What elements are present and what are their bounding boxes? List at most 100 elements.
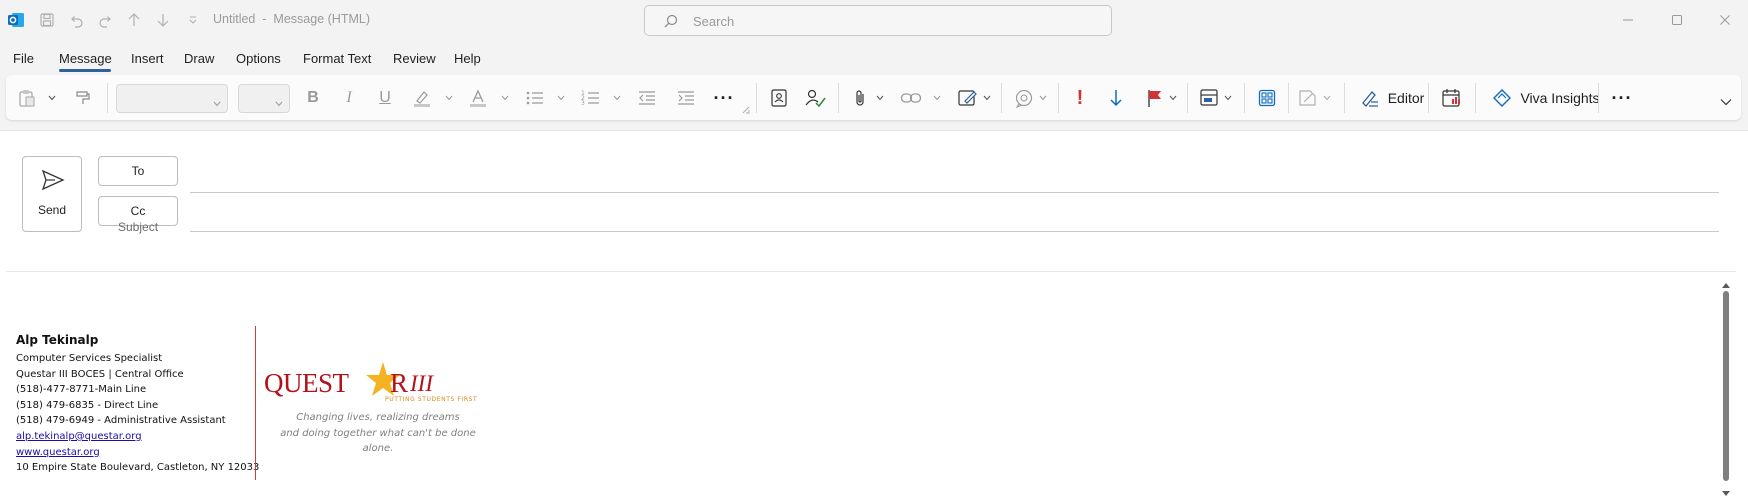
highlight-icon[interactable] (411, 85, 433, 111)
customize-toolbar-icon[interactable] (183, 10, 203, 30)
to-field[interactable] (190, 192, 1719, 193)
format-painter-icon[interactable] (72, 85, 94, 111)
bullets-icon[interactable] (524, 85, 546, 111)
signature-admin-phone: (518) 479-6949 - Administrative Assistan… (16, 415, 226, 427)
svg-text:III: III (409, 371, 434, 396)
send-label: Send (37, 203, 67, 217)
high-importance-icon[interactable]: ! (1073, 85, 1087, 111)
collapse-ribbon-icon[interactable] (1719, 89, 1733, 115)
paste-icon[interactable] (16, 85, 38, 111)
bold-icon[interactable]: B (303, 85, 323, 111)
chevron-down-icon (213, 94, 221, 112)
ribbon-tabs: File Message Insert Draw Options Format … (0, 46, 1748, 74)
attach-dropdown-icon[interactable] (875, 85, 885, 111)
address-book-icon[interactable] (768, 85, 790, 111)
svg-text:3: 3 (581, 100, 585, 107)
window-title: Untitled - Message (HTML) (213, 12, 370, 26)
minimize-icon[interactable] (1618, 10, 1638, 30)
header-body-divider (6, 271, 1736, 272)
signature-name: Alp Tekinalp (16, 333, 99, 347)
subject-label: Subject (118, 220, 159, 234)
previous-item-icon[interactable] (124, 10, 144, 30)
signature-website-link[interactable]: www.questar.org (16, 447, 100, 458)
viva-insights-label: Viva Insights (1520, 90, 1600, 106)
signature-organization: Questar III BOCES | Central Office (16, 368, 184, 380)
link-dropdown-icon[interactable] (932, 85, 942, 111)
ribbon-overflow-icon[interactable]: ··· (1611, 85, 1633, 111)
save-icon[interactable] (37, 10, 57, 30)
search-placeholder: Search (693, 14, 735, 29)
font-size-combo[interactable] (238, 84, 290, 113)
questar-logo: QUEST R III PUTTING STUDENTS FIRST (264, 362, 477, 403)
viva-insights-button[interactable]: Viva Insights (1484, 85, 1608, 111)
tab-review[interactable]: Review (393, 51, 436, 66)
email-signature: Alp Tekinalp Computer Services Specialis… (16, 333, 259, 476)
editor-icon (1361, 91, 1378, 107)
paste-dropdown-icon[interactable] (46, 85, 58, 111)
reactions-dropdown-icon[interactable] (1038, 85, 1048, 111)
redo-icon[interactable] (96, 10, 116, 30)
svg-text:R: R (390, 368, 408, 398)
flag-icon[interactable] (1144, 85, 1166, 111)
sensitivity-icon[interactable] (1296, 85, 1320, 111)
ribbon-toolbar: B I U 123 ··· ! Editor Viva Insights ··· (6, 75, 1741, 120)
signature-icon[interactable] (956, 85, 980, 111)
send-icon (41, 169, 65, 196)
flag-dropdown-icon[interactable] (1168, 85, 1178, 111)
scroll-down-icon[interactable] (1721, 485, 1731, 500)
numbering-dropdown-icon[interactable] (612, 85, 622, 111)
low-importance-icon[interactable] (1106, 85, 1126, 111)
subject-field[interactable] (190, 243, 1719, 244)
font-name-combo[interactable] (116, 84, 228, 113)
undo-icon[interactable] (66, 10, 86, 30)
reactions-icon[interactable] (1012, 85, 1036, 111)
highlight-dropdown-icon[interactable] (444, 85, 454, 111)
to-button[interactable]: To (98, 156, 178, 186)
signature-email-link[interactable]: alp.tekinalp@questar.org (16, 431, 142, 442)
tab-message[interactable]: Message (59, 51, 112, 66)
close-icon[interactable] (1715, 10, 1735, 30)
templates-dropdown-icon[interactable] (1223, 85, 1233, 111)
check-names-icon[interactable] (802, 85, 828, 111)
font-color-icon[interactable] (467, 85, 489, 111)
signature-direct-phone: (518) 479-6835 - Direct Line (16, 399, 159, 411)
sensitivity-dropdown-icon[interactable] (1322, 85, 1332, 111)
search-icon (663, 13, 679, 34)
tab-file[interactable]: File (13, 51, 34, 66)
signature-main-phone: (518)-477-8771-Main Line (16, 384, 147, 396)
apps-icon[interactable] (1256, 85, 1278, 111)
signature-address: 10 Empire State Boulevard, Castleton, NY… (16, 462, 260, 474)
search-box[interactable]: Search (644, 5, 1112, 36)
tab-options[interactable]: Options (236, 51, 281, 66)
tagline-line-2: and doing together what can't be done al… (280, 427, 476, 455)
svg-text:PUTTING STUDENTS FIRST: PUTTING STUDENTS FIRST (385, 396, 477, 403)
more-formatting-icon[interactable]: ··· (713, 85, 735, 111)
italic-icon[interactable]: I (339, 85, 359, 111)
tab-insert[interactable]: Insert (131, 51, 164, 66)
send-button[interactable]: Send (22, 156, 82, 232)
tab-draw[interactable]: Draw (184, 51, 214, 66)
tab-format-text[interactable]: Format Text (303, 51, 371, 66)
decrease-indent-icon[interactable] (636, 85, 658, 111)
signature-dropdown-icon[interactable] (982, 85, 992, 111)
bullets-dropdown-icon[interactable] (556, 85, 566, 111)
editor-button[interactable]: Editor (1352, 85, 1432, 111)
cc-field[interactable] (190, 231, 1719, 232)
scrollbar-thumb[interactable] (1723, 291, 1729, 481)
templates-icon[interactable] (1198, 85, 1222, 111)
outlook-app-icon (8, 13, 24, 27)
underline-icon[interactable]: U (375, 85, 395, 111)
maximize-icon[interactable] (1667, 10, 1687, 30)
tab-help[interactable]: Help (454, 51, 481, 66)
scheduling-poll-icon[interactable] (1440, 85, 1464, 111)
link-icon[interactable] (899, 85, 923, 111)
numbering-icon[interactable]: 123 (580, 85, 602, 111)
dialog-launcher-icon[interactable] (741, 105, 751, 115)
attach-file-icon[interactable] (849, 85, 871, 111)
signature-title: Computer Services Specialist (16, 353, 163, 364)
font-color-dropdown-icon[interactable] (500, 85, 510, 111)
editor-label: Editor (1387, 90, 1425, 106)
increase-indent-icon[interactable] (675, 85, 697, 111)
chevron-down-icon (275, 94, 283, 112)
next-item-icon[interactable] (153, 10, 173, 30)
